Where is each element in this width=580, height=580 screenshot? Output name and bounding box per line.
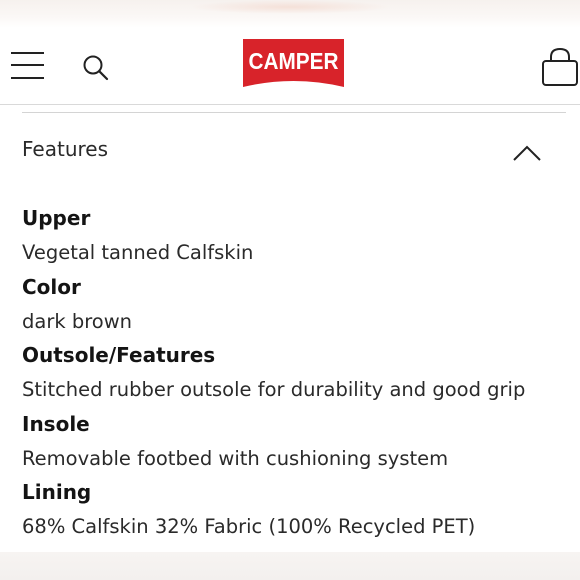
hamburger-line: [11, 77, 44, 79]
spec-value-color: dark brown: [22, 310, 133, 333]
spec-value-outsole: Stitched rubber outsole for durability a…: [22, 378, 526, 401]
brand-logo[interactable]: CAMPER: [243, 39, 344, 92]
chevron-up-icon: [513, 145, 541, 161]
features-heading[interactable]: Features: [22, 137, 108, 161]
spec-label-color: Color: [22, 275, 81, 299]
shopping-bag-icon: [542, 47, 578, 86]
spec-label-insole: Insole: [22, 412, 90, 436]
hamburger-line: [11, 52, 44, 54]
spec-value-lining: 68% Calfskin 32% Fabric (100% Recycled P…: [22, 515, 476, 538]
search-button[interactable]: [82, 54, 110, 82]
spec-value-upper: Vegetal tanned Calfskin: [22, 241, 254, 264]
spec-label-upper: Upper: [22, 206, 91, 230]
hamburger-line: [11, 64, 44, 66]
spec-label-outsole: Outsole/Features: [22, 343, 216, 367]
bottom-fade: [0, 552, 580, 580]
spec-value-insole: Removable footbed with cushioning system: [22, 447, 449, 470]
top-status-strip: [0, 0, 580, 28]
site-header: CAMPER: [0, 28, 580, 105]
brand-name: CAMPER: [249, 48, 339, 74]
cart-button[interactable]: [540, 46, 580, 88]
section-divider: [22, 112, 566, 113]
search-icon: [83, 55, 109, 81]
spec-label-lining: Lining: [22, 480, 92, 504]
collapse-toggle[interactable]: [512, 144, 542, 162]
menu-button[interactable]: [11, 52, 44, 80]
